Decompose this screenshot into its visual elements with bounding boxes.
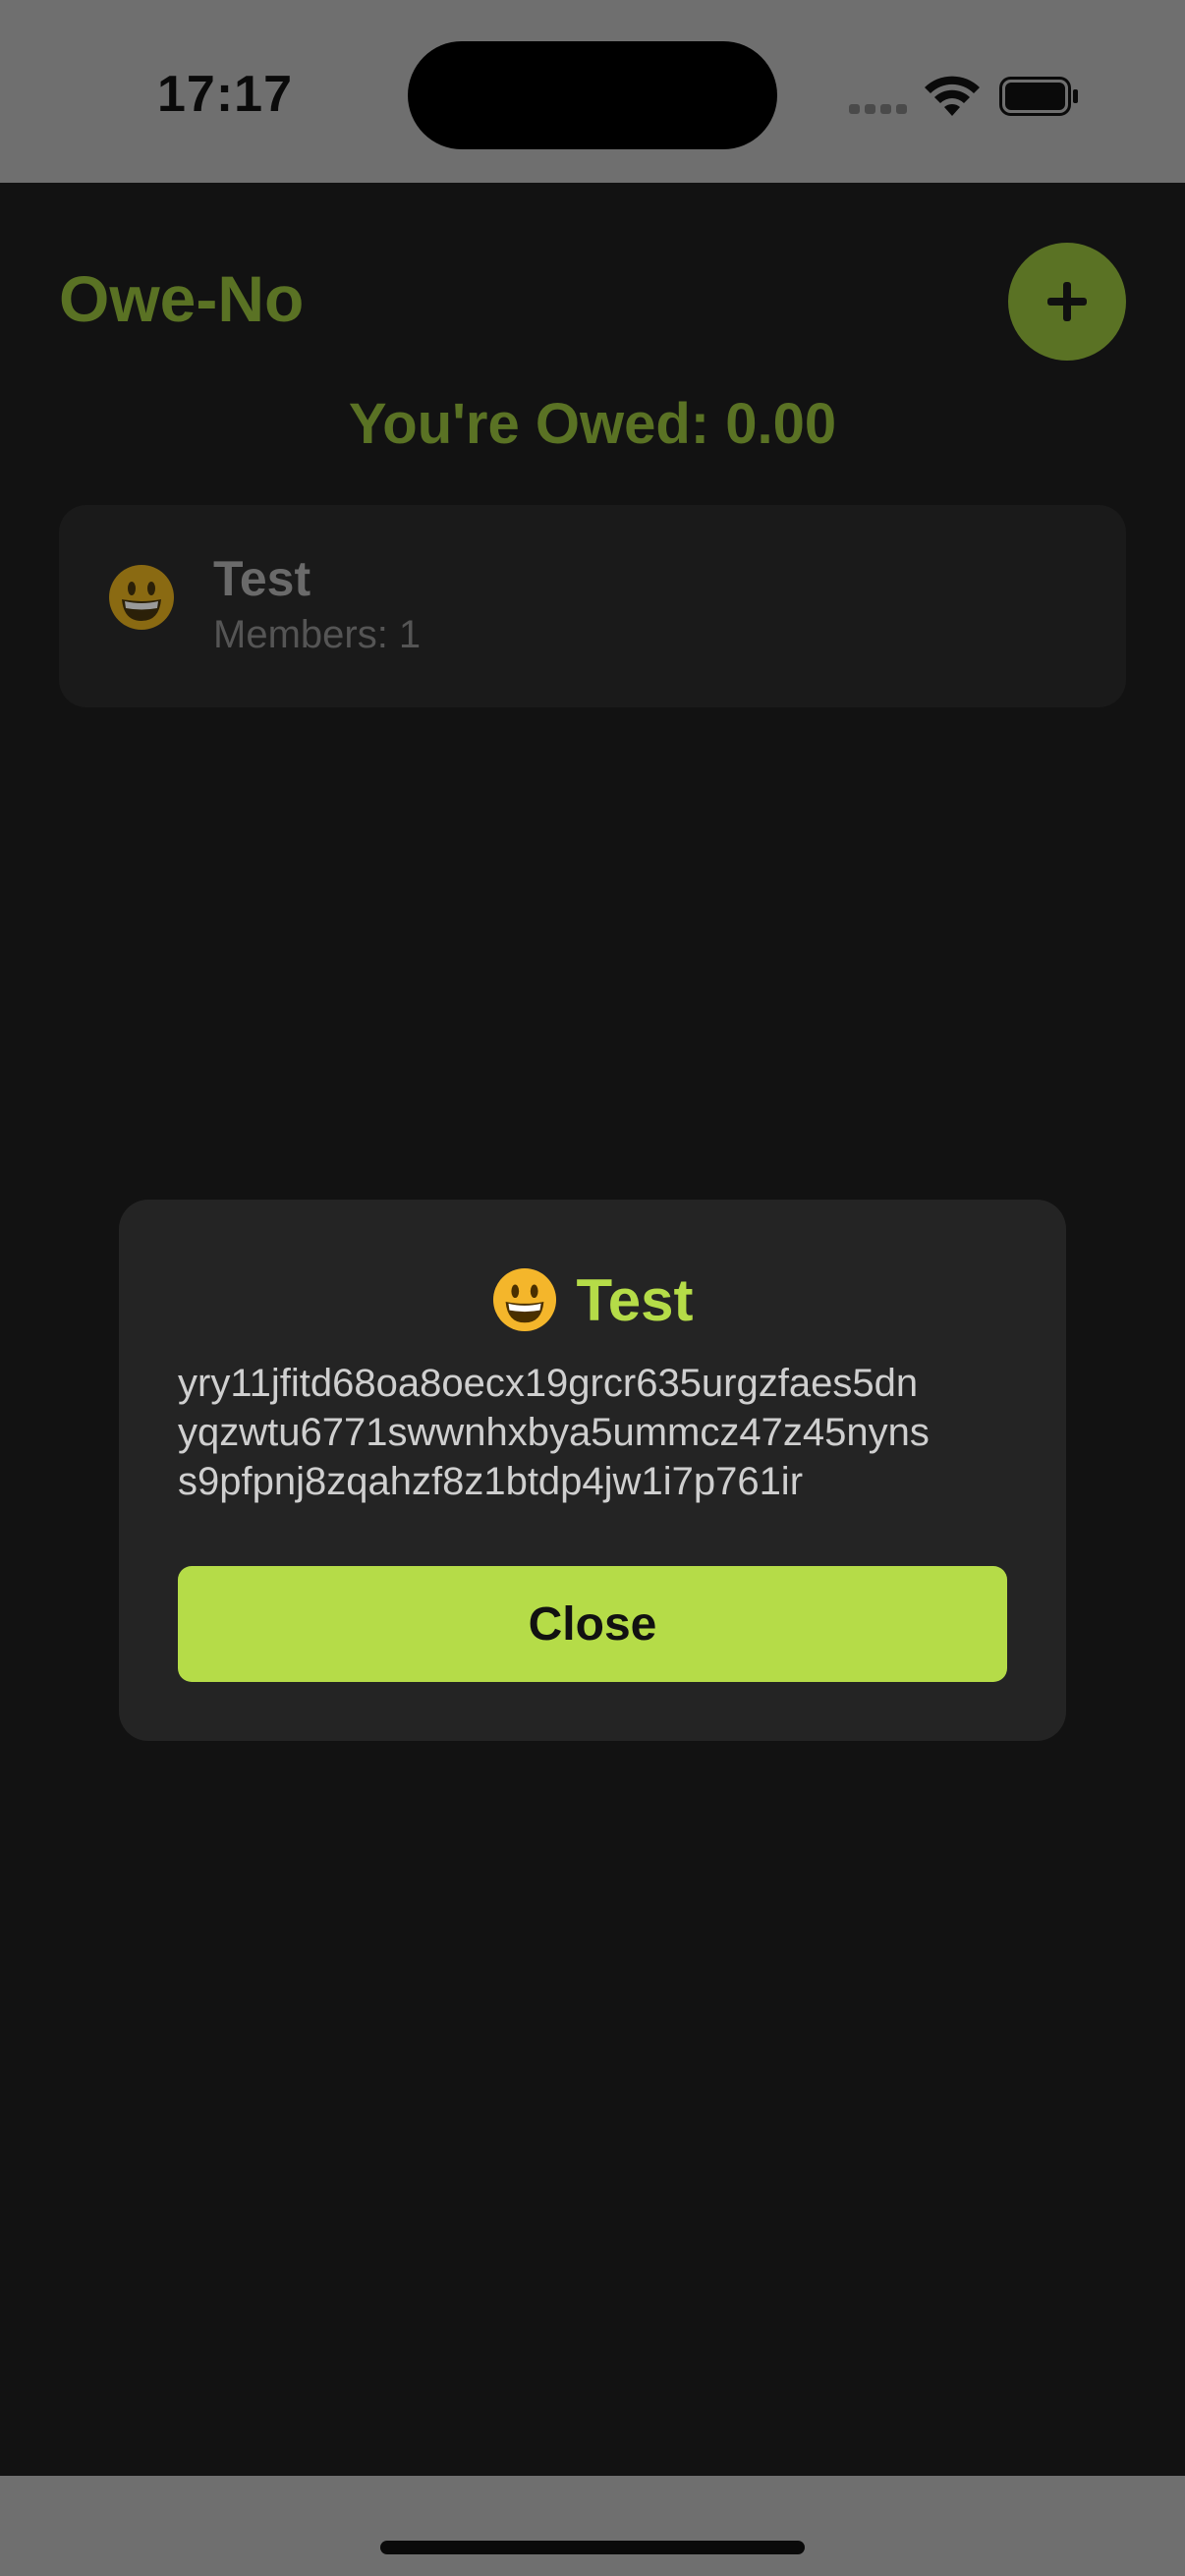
dialog-title-row: Test <box>119 1260 1066 1339</box>
invite-code-line: yqzwtu6771swwnhxbya5ummcz47z45nyns <box>178 1411 930 1454</box>
dialog-title: Test <box>576 1266 694 1333</box>
dynamic-island <box>408 41 777 149</box>
group-code-dialog: Test yry11jfitd68oa8oecx19grcr635urgzfae… <box>119 1200 1066 1741</box>
add-group-button[interactable] <box>1008 243 1126 361</box>
app-title: Owe-No <box>59 262 305 335</box>
invite-code-line: yry11jfitd68oa8oecx19grcr635urgzfaes5dn <box>178 1362 919 1405</box>
battery-icon <box>999 77 1078 116</box>
grinning-face-icon <box>492 1267 556 1332</box>
group-name: Test <box>213 551 311 606</box>
home-indicator-area <box>0 2476 1185 2576</box>
wifi-icon <box>925 76 980 116</box>
status-bar: 17:17 <box>0 0 1185 183</box>
home-indicator[interactable] <box>380 2541 805 2554</box>
close-button[interactable]: Close <box>178 1566 1007 1682</box>
cellular-signal-icon <box>849 104 908 116</box>
owed-summary: You're Owed: 0.00 <box>348 392 837 456</box>
group-invite-code: yry11jfitd68oa8oecx19grcr635urgzfaes5dn … <box>178 1359 1013 1506</box>
invite-code-line: s9pfpnj8zqahzf8z1btdp4jw1i7p761ir <box>178 1460 804 1503</box>
grinning-face-icon <box>109 565 174 630</box>
app-content: Owe-No You're Owed: 0.00 Test Members: 1 <box>0 183 1185 2476</box>
plus-icon <box>1047 282 1087 321</box>
group-card[interactable]: Test Members: 1 <box>59 505 1126 707</box>
app-screen: 17:17 Owe-No You're Owed: 0.00 Test Memb… <box>0 0 1185 2576</box>
status-time: 17:17 <box>157 66 293 123</box>
group-members-count: Members: 1 <box>213 613 422 656</box>
